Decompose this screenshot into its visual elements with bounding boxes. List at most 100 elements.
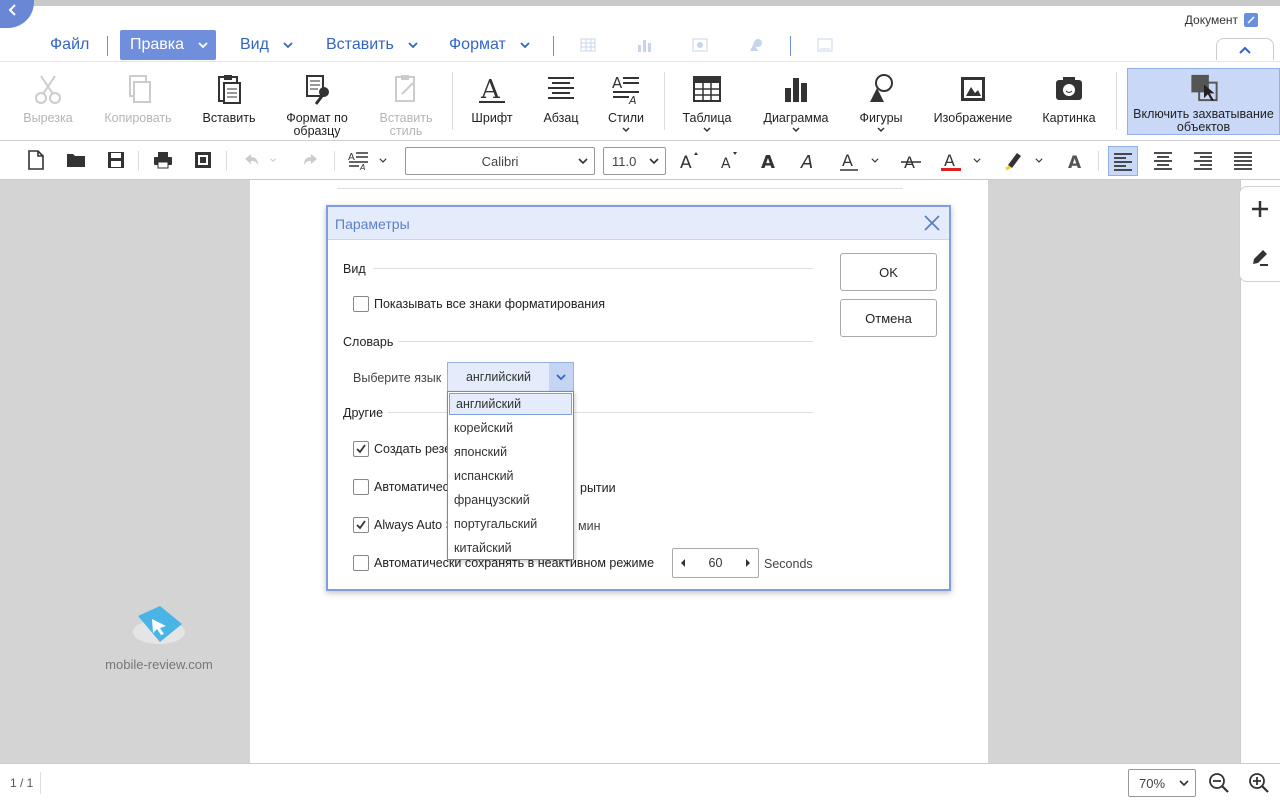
show-formatting-checkbox[interactable] bbox=[353, 296, 369, 312]
menu-view[interactable]: Вид bbox=[240, 30, 293, 60]
language-option[interactable]: японский bbox=[448, 440, 573, 464]
picture-icon bbox=[1056, 77, 1082, 100]
chevron-down-icon bbox=[520, 42, 530, 49]
cancel-button[interactable]: Отмена bbox=[840, 299, 937, 337]
new-document-button[interactable] bbox=[25, 149, 47, 171]
bold-button[interactable]: A bbox=[758, 149, 780, 171]
font-button[interactable]: A Шрифт bbox=[464, 62, 520, 140]
zoom-select[interactable]: 70% bbox=[1128, 769, 1196, 797]
menu-format[interactable]: Формат bbox=[449, 30, 530, 60]
plus-icon[interactable] bbox=[1250, 199, 1270, 219]
auto-open-checkbox[interactable] bbox=[353, 479, 369, 495]
highlight-menu-button[interactable] bbox=[1032, 149, 1046, 171]
font-grow-icon: A bbox=[680, 152, 698, 171]
always-autosave-checkbox[interactable] bbox=[353, 517, 369, 533]
language-select-button[interactable] bbox=[549, 363, 573, 391]
language-option[interactable]: испанский bbox=[448, 464, 573, 488]
image-icon[interactable] bbox=[692, 38, 708, 52]
font-color-icon: A bbox=[941, 151, 961, 171]
save-button[interactable] bbox=[105, 149, 127, 171]
language-dropdown: английский корейский японский испанский … bbox=[447, 391, 574, 560]
align-right-button[interactable] bbox=[1192, 149, 1214, 171]
redo-button[interactable] bbox=[300, 149, 322, 171]
pencil-icon[interactable] bbox=[1250, 247, 1270, 267]
back-button[interactable] bbox=[0, 0, 34, 28]
italic-button[interactable]: A bbox=[798, 149, 820, 171]
collapse-ribbon-button[interactable] bbox=[1216, 38, 1274, 60]
language-option[interactable]: португальский bbox=[448, 512, 573, 536]
undo-button[interactable] bbox=[240, 149, 262, 171]
align-center-button[interactable] bbox=[1152, 149, 1174, 171]
ok-button[interactable]: OK bbox=[840, 253, 937, 291]
page-margin-guide bbox=[337, 188, 903, 189]
create-backup-option[interactable]: Создать резе bbox=[353, 441, 451, 457]
increase-font-button[interactable]: A bbox=[678, 149, 700, 171]
font-label: Шрифт bbox=[471, 111, 513, 125]
text-effects-button[interactable]: A bbox=[1064, 149, 1086, 171]
shapes-icon[interactable] bbox=[748, 38, 764, 52]
document-title[interactable]: Документ bbox=[1185, 13, 1258, 27]
format-toolbar: AA Calibri 11.0 A A A A A A A A bbox=[0, 141, 1280, 180]
highlight-button[interactable] bbox=[1002, 149, 1024, 171]
toolbar-separator bbox=[226, 151, 227, 171]
menu-edit[interactable]: Правка bbox=[120, 30, 217, 60]
zoom-in-icon[interactable] bbox=[1248, 772, 1270, 794]
paste-button[interactable]: Вставить bbox=[196, 62, 262, 140]
autosave-idle-checkbox[interactable] bbox=[353, 555, 369, 571]
chart-icon[interactable] bbox=[636, 38, 652, 52]
chevron-up-icon bbox=[1239, 46, 1251, 54]
menu-file[interactable]: Файл bbox=[50, 30, 89, 60]
capture-objects-button[interactable]: Включить захватывание объектов bbox=[1127, 68, 1280, 135]
language-option[interactable]: корейский bbox=[448, 416, 573, 440]
picture-button[interactable]: Картинка bbox=[1036, 62, 1102, 140]
paragraph-button[interactable]: Абзац bbox=[534, 62, 588, 140]
print-button[interactable] bbox=[152, 149, 174, 171]
idle-seconds-stepper[interactable]: 60 bbox=[672, 548, 759, 578]
copy-button[interactable]: Копировать bbox=[100, 62, 176, 140]
strikethrough-button[interactable]: A bbox=[900, 149, 922, 171]
language-option[interactable]: французский bbox=[448, 488, 573, 512]
style-set-button[interactable]: AA bbox=[347, 149, 369, 171]
menu-insert[interactable]: Вставить bbox=[326, 30, 418, 60]
table-icon[interactable] bbox=[580, 38, 596, 52]
image-button[interactable]: Изображение bbox=[928, 62, 1018, 140]
paste-style-button[interactable]: Вставить стиль bbox=[370, 62, 442, 140]
triangle-left-icon[interactable] bbox=[679, 558, 687, 568]
language-option[interactable]: английский bbox=[449, 393, 572, 415]
triangle-right-icon[interactable] bbox=[744, 558, 752, 568]
zoom-out-icon[interactable] bbox=[1208, 772, 1230, 794]
chevron-down-icon bbox=[408, 42, 418, 49]
undo-menu-button[interactable] bbox=[266, 149, 280, 171]
font-size-select[interactable]: 11.0 bbox=[603, 147, 666, 175]
justify-button[interactable] bbox=[1232, 149, 1254, 171]
create-backup-checkbox[interactable] bbox=[353, 441, 369, 457]
folder-icon bbox=[67, 154, 85, 167]
font-color-button[interactable]: A bbox=[940, 149, 962, 171]
font-family-select[interactable]: Calibri bbox=[405, 147, 595, 175]
cut-button[interactable]: Вырезка bbox=[18, 62, 78, 140]
chart-button[interactable]: Диаграмма bbox=[758, 62, 834, 140]
align-left-button[interactable] bbox=[1108, 146, 1138, 176]
underline-menu-button[interactable] bbox=[868, 149, 882, 171]
show-formatting-option[interactable]: Показывать все знаки форматирования bbox=[353, 296, 605, 312]
style-set-menu-button[interactable] bbox=[376, 149, 390, 171]
styles-button[interactable]: AA Стили bbox=[600, 62, 652, 140]
close-icon[interactable] bbox=[923, 214, 941, 232]
always-autosave-option[interactable]: Always Auto S bbox=[353, 517, 454, 533]
language-select[interactable]: английский bbox=[447, 362, 574, 392]
decrease-font-button[interactable]: A bbox=[718, 149, 740, 171]
open-button[interactable] bbox=[65, 149, 87, 171]
print-preview-button[interactable] bbox=[192, 149, 214, 171]
seconds-label: Seconds bbox=[764, 557, 813, 571]
shapes-button[interactable]: Фигуры bbox=[852, 62, 910, 140]
underline-button[interactable]: A bbox=[838, 149, 860, 171]
table-button[interactable]: Таблица bbox=[676, 62, 738, 140]
font-color-menu-button[interactable] bbox=[970, 149, 984, 171]
language-option[interactable]: китайский bbox=[448, 536, 573, 560]
chevron-left-icon bbox=[8, 4, 16, 16]
auto-open-option[interactable]: Автоматичес bbox=[353, 479, 449, 495]
copy-icon bbox=[129, 75, 151, 103]
picture-icon[interactable] bbox=[817, 38, 833, 52]
ribbon: Вырезка Копировать Вставить Формат по об… bbox=[0, 61, 1280, 141]
format-painter-button[interactable]: Формат по образцу bbox=[278, 62, 356, 140]
